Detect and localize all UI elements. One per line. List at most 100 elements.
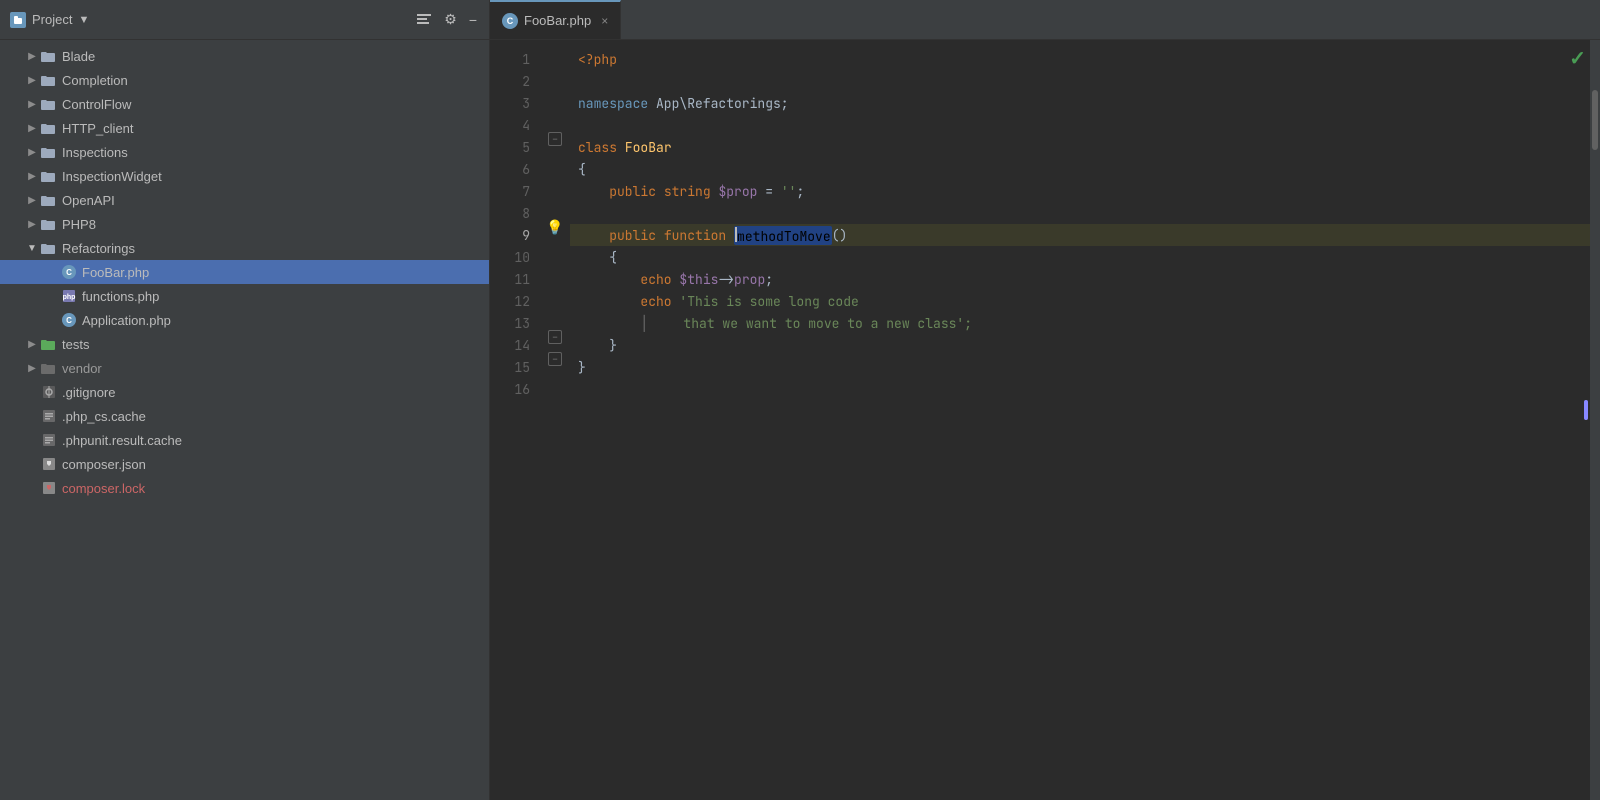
brace-outer-close: } [578, 359, 586, 376]
gutter: − 💡 − − [540, 40, 570, 800]
indent5 [578, 293, 640, 310]
code-line-2 [570, 70, 1590, 92]
sidebar-item-functions-php[interactable]: ▶ php functions.php [0, 284, 489, 308]
gutter-5[interactable]: − [540, 128, 570, 150]
chevron-right-icon: ▶ [24, 51, 40, 62]
tab-close-button[interactable]: × [601, 14, 608, 28]
folder-icon [40, 49, 58, 63]
line-num-13: 13 [490, 312, 540, 334]
sidebar-item-inspection-widget[interactable]: ▶ InspectionWidget [0, 164, 489, 188]
sidebar-header: Project ▼ ⚙ − [0, 0, 489, 40]
sidebar-item-vendor[interactable]: ▶ vendor [0, 356, 489, 380]
sidebar-label-tests: tests [62, 337, 89, 352]
empty-string: '' [781, 183, 797, 200]
sidebar-item-controlflow[interactable]: ▶ ControlFlow [0, 92, 489, 116]
line-num-15: 15 [490, 356, 540, 378]
sidebar-label-php8: PHP8 [62, 217, 96, 232]
line-num-14: 14 [490, 334, 540, 356]
indent2 [578, 227, 609, 244]
sidebar-item-blade[interactable]: ▶ Blade [0, 44, 489, 68]
scrollbar-thumb[interactable] [1592, 90, 1598, 150]
sidebar-label-php-cs-cache: .php_cs.cache [62, 409, 146, 424]
sidebar-item-composer-lock[interactable]: ▶ composer.lock [0, 476, 489, 500]
sidebar-item-php-cs-cache[interactable]: ▶ .php_cs.cache [0, 404, 489, 428]
sidebar-item-phpunit-cache[interactable]: ▶ .phpunit.result.cache [0, 428, 489, 452]
code-editor[interactable]: 1 2 3 4 5 6 7 8 9 10 11 12 13 14 15 16 − [490, 40, 1600, 800]
gutter-11 [540, 260, 570, 282]
chevron-right-icon: ▶ [24, 195, 40, 206]
method-name-selected: methodToMove [734, 226, 832, 245]
code-content[interactable]: <?php namespace App\Refactorings; class … [570, 40, 1590, 800]
gutter-3 [540, 84, 570, 106]
sidebar-label-foobar: FooBar.php [82, 265, 149, 280]
tab-foobar-php[interactable]: C FooBar.php × [490, 0, 621, 39]
settings-button[interactable]: ⚙ [442, 9, 459, 30]
sidebar-item-application-php[interactable]: ▶ C Application.php [0, 308, 489, 332]
code-line-6: { [570, 158, 1590, 180]
gutter-12 [540, 282, 570, 304]
folder-icon [40, 145, 58, 159]
fold-class-end-icon[interactable]: − [548, 352, 562, 366]
code-line-8 [570, 202, 1590, 224]
chevron-right-icon: ▶ [24, 99, 40, 110]
sidebar-header-icons: ⚙ − [414, 9, 479, 30]
gutter-2 [540, 62, 570, 84]
folder-icon [40, 169, 58, 183]
string-type: string [664, 183, 711, 200]
sidebar-item-foobar-php[interactable]: ▶ C FooBar.php [0, 260, 489, 284]
line-numbers: 1 2 3 4 5 6 7 8 9 10 11 12 13 14 15 16 [490, 40, 540, 800]
code-line-9: public function methodToMove () [570, 224, 1590, 246]
gutter-14[interactable]: − [540, 326, 570, 348]
minimize-button[interactable]: − [467, 10, 479, 30]
code-line-4 [570, 114, 1590, 136]
gutter-13 [540, 304, 570, 326]
chevron-right-icon: ▶ [24, 171, 40, 182]
line-num-4: 4 [490, 114, 540, 136]
sidebar-label-inspections: Inspections [62, 145, 128, 160]
folder-icon [40, 241, 58, 255]
collapse-all-button[interactable] [414, 11, 434, 29]
chevron-right-icon: ▶ [24, 363, 40, 374]
sidebar-item-openapi[interactable]: ▶ OpenAPI [0, 188, 489, 212]
gutter-15[interactable]: − [540, 348, 570, 370]
sidebar-item-gitignore[interactable]: ▶ .gitignore [0, 380, 489, 404]
indent3: { [578, 249, 617, 266]
long-string-cont: that we want to move to a new class'; [652, 315, 972, 332]
sidebar-label-composer-json: composer.json [62, 457, 146, 472]
tab-bar: C FooBar.php × [490, 0, 1600, 40]
echo-keyword: echo [640, 271, 671, 288]
code-line-14: } [570, 334, 1590, 356]
line-num-3: 3 [490, 92, 540, 114]
application-class-icon: C [60, 312, 78, 328]
code-line-10: { [570, 246, 1590, 268]
indent4 [578, 271, 640, 288]
class-file-icon: C [60, 264, 78, 280]
sidebar-item-completion[interactable]: ▶ Completion [0, 68, 489, 92]
indent [578, 183, 609, 200]
sidebar-item-refactorings[interactable]: ▼ Refactorings [0, 236, 489, 260]
gutter-9[interactable]: 💡 [540, 216, 570, 238]
folder-icon [40, 73, 58, 87]
bulb-icon[interactable]: 💡 [546, 219, 563, 236]
code-line-12: echo 'This is some long code [570, 290, 1590, 312]
line-num-8: 8 [490, 202, 540, 224]
code-line-1: <?php [570, 48, 1590, 70]
line-num-6: 6 [490, 158, 540, 180]
sidebar-item-tests[interactable]: ▶ tests [0, 332, 489, 356]
sidebar-label-gitignore: .gitignore [62, 385, 115, 400]
sidebar-item-inspections[interactable]: ▶ Inspections [0, 140, 489, 164]
right-scrollbar[interactable] [1590, 40, 1600, 800]
php-file-icon: php [60, 288, 78, 304]
gitignore-icon [40, 384, 58, 400]
gutter-6 [540, 150, 570, 172]
dropdown-icon[interactable]: ▼ [78, 14, 89, 26]
assign: = [757, 183, 780, 200]
code-line-5: class FooBar [570, 136, 1590, 158]
sidebar-item-php8[interactable]: ▶ PHP8 [0, 212, 489, 236]
sidebar-item-http-client[interactable]: ▶ HTTP_client [0, 116, 489, 140]
brace-open: { [578, 161, 586, 178]
fold-method-icon[interactable]: − [548, 330, 562, 344]
fold-class-icon[interactable]: − [548, 132, 562, 146]
chevron-right-icon: ▶ [24, 219, 40, 230]
sidebar-item-composer-json[interactable]: ▶ composer.json [0, 452, 489, 476]
